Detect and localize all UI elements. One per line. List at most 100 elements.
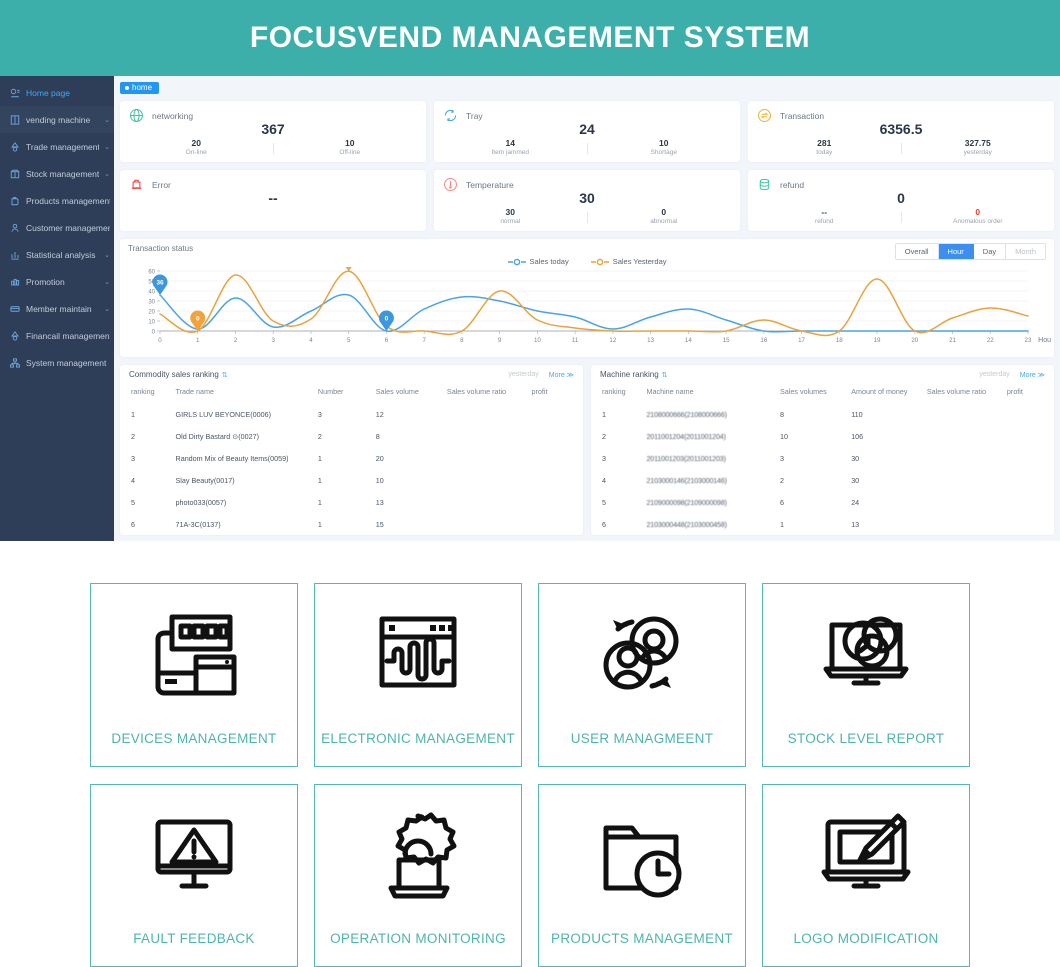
table-row[interactable]: 4 2103000146(2103000146) 2 30 (600, 469, 1045, 491)
column-header[interactable]: Sales volume ratio (445, 384, 530, 403)
stat-card-temperature[interactable]: Temperature 30 30 normal 0 abnormal (434, 170, 740, 231)
sidebar-item-system-management[interactable]: System management (0, 349, 114, 376)
table-cell (529, 403, 574, 425)
stat-card-tray[interactable]: Tray 24 14 Item jammed 10 Shortage (434, 101, 740, 162)
table-cell: 13 (375, 497, 384, 507)
svg-text:0: 0 (196, 316, 200, 323)
column-header[interactable]: ranking (129, 384, 174, 403)
commodity-yesterday-label: yesterday (508, 371, 539, 378)
table-cell: 8 (780, 409, 784, 419)
stat-leg-value: 30 (505, 207, 515, 218)
svg-text:18: 18 (836, 337, 843, 344)
table-row[interactable]: 5 2109000098(2109000098) 6 24 (600, 491, 1045, 513)
table-cell (925, 403, 1005, 425)
table-row[interactable]: 3 2011001203(2011001203) 3 30 (600, 447, 1045, 469)
tile-devices-management[interactable]: DEVICES MANAGEMENT (90, 583, 298, 767)
table-row[interactable]: 1 2108000666(2108000666) 8 110 (600, 403, 1045, 425)
svg-text:16: 16 (760, 337, 767, 344)
table-row[interactable]: 3 Random Mix of Beauty Items(0059) 1 20 (129, 447, 574, 469)
table-cell (445, 425, 530, 447)
table-cell (529, 469, 574, 491)
sidebar-item-home-page[interactable]: Home page (0, 79, 114, 106)
column-header[interactable]: Sales volumes (778, 384, 849, 403)
sidebar-item-statistical-analysis[interactable]: Statistical analysis ⌄ (0, 241, 114, 268)
sidebar-item-financail-management[interactable]: Financail management (0, 322, 114, 349)
monitor-chart-icon (806, 584, 926, 731)
table-row[interactable]: 4 Slay Beauty(0017) 1 10 (129, 469, 574, 491)
svg-text:9: 9 (498, 337, 502, 344)
stat-leg-label: Shortage (650, 149, 677, 157)
table-row[interactable]: 2 Old Dirty Bastard ⊙(0027) 2 8 (129, 425, 574, 447)
table-cell: 24 (851, 497, 860, 507)
table-cell (529, 425, 574, 447)
tab-home[interactable]: home (120, 82, 160, 94)
tile-products-management[interactable]: PRODUCTS MANAGEMENT (538, 783, 746, 967)
machine-table-header: Machine ranking ⇅ yesterday More ≫ (600, 370, 1045, 379)
stat-leg: 0 abnormal (588, 208, 741, 226)
table-row[interactable]: 6 71A-3C(0137) 1 15 (129, 513, 574, 535)
sidebar-item-products-management[interactable]: Products management (0, 187, 114, 214)
tile-user-managmeent[interactable]: USER MANAGMEENT (538, 583, 746, 767)
tile-logo-modification[interactable]: LOGO MODIFICATION (762, 783, 970, 967)
stat-leg-value: 327.75 (964, 138, 991, 149)
table-cell: Random Mix of Beauty Items(0059) (175, 453, 289, 463)
sort-icon[interactable]: ⇅ (662, 371, 668, 379)
table-cell (445, 491, 530, 513)
table-cell: 2103000448(2103000458) (646, 519, 728, 529)
stat-leg-value: 0 (975, 207, 981, 218)
table-cell: 1 (317, 453, 322, 463)
stat-leg-label: yesterday (963, 149, 992, 157)
legend-item-sales-today[interactable]: Sales today (507, 257, 569, 266)
table-cell: 2103000146(2103000146) (646, 475, 728, 485)
breadcrumb: home (120, 80, 1054, 96)
stat-card-error[interactable]: Error -- (120, 170, 426, 231)
column-header[interactable]: profit (529, 384, 574, 403)
sidebar-item-customer-management[interactable]: Customer management (0, 214, 114, 241)
table-cell: 1 (317, 497, 322, 507)
table-cell: 5 (602, 497, 606, 507)
table-row[interactable]: 5 photo033(0057) 1 13 (129, 491, 574, 513)
stat-card-networking[interactable]: networking 367 20 On-line 10 Off-line (120, 101, 426, 162)
stat-card-transaction[interactable]: Transaction 6356.5 281 today 327.75 yesterday (748, 101, 1054, 162)
table-cell: 3 (602, 453, 606, 463)
tile-operation-monitoring[interactable]: OPERATION MONITORING (314, 783, 522, 967)
tile-stock-level-report[interactable]: STOCK LEVEL REPORT (762, 583, 970, 767)
stat-leg: 14 Item jammed (434, 139, 587, 157)
stat-card-total: 30 (579, 190, 595, 206)
sidebar-item-member-maintain[interactable]: Member maintain ⌄ (0, 295, 114, 322)
stat-leg-label: today (816, 149, 833, 157)
tile-fault-feedback[interactable]: FAULT FEEDBACK (90, 783, 298, 967)
table-cell: 106 (851, 431, 864, 441)
table-row[interactable]: 1 GIRLS LUV BEYONCE(0006) 3 12 (129, 403, 574, 425)
column-header[interactable]: Sales volume ratio (925, 384, 1005, 403)
column-header[interactable]: Machine name (645, 384, 779, 403)
stat-card-refund[interactable]: refund 0 -- refund 0 Anomalous order (748, 170, 1054, 231)
svg-text:0: 0 (152, 329, 156, 335)
sidebar: Home page vending machine ⌄ Trade managemen… (0, 76, 114, 541)
table-cell: 2109000098(2109000098) (646, 497, 728, 507)
commodity-more-link[interactable]: More ≫ (549, 371, 574, 379)
table-cell: 3 (131, 453, 135, 463)
column-header[interactable]: profit (1005, 384, 1045, 403)
sort-icon[interactable]: ⇅ (222, 371, 228, 379)
column-header[interactable]: Number (316, 384, 374, 403)
table-row[interactable]: 2 2011001204(2011001204) 10 106 (600, 425, 1045, 447)
legend-item-sales-yesterday[interactable]: Sales Yesterday (590, 257, 667, 266)
sidebar-item-vending-machine[interactable]: vending machine ⌄ (0, 106, 114, 133)
svg-text:8: 8 (460, 337, 464, 344)
column-header[interactable]: ranking (600, 384, 645, 403)
machine-icon (9, 114, 21, 126)
table-row[interactable]: 6 2103000448(2103000458) 1 13 (600, 513, 1045, 535)
stat-leg: 0 Anomalous order (902, 208, 1055, 226)
member-icon (9, 303, 21, 315)
stat-card-name: Temperature (466, 179, 514, 190)
column-header[interactable]: Amount of money (849, 384, 925, 403)
machine-more-link[interactable]: More ≫ (1020, 371, 1045, 379)
column-header[interactable]: Trade name (174, 384, 316, 403)
column-header[interactable]: Sales volume (374, 384, 445, 403)
content-area: home networking 367 20 On-line 10 Off-line Err… (114, 76, 1060, 541)
sidebar-item-trade-management[interactable]: Trade management ⌄ (0, 133, 114, 160)
tile-electronic-management[interactable]: ELECTRONIC MANAGEMENT (314, 583, 522, 767)
sidebar-item-promotion[interactable]: Promotion ⌄ (0, 268, 114, 295)
sidebar-item-stock-management[interactable]: Stock management ⌄ (0, 160, 114, 187)
